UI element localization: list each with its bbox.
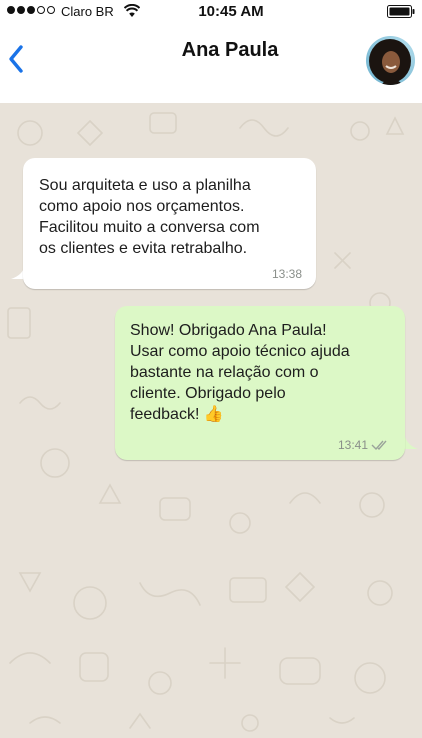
message-time: 13:38: [271, 267, 302, 281]
status-bar: Claro BR 10:45 AM: [0, 0, 422, 24]
incoming-message-bubble[interactable]: Sou arquiteta e uso a planilha como apoi…: [23, 158, 316, 289]
message-text: Sou arquiteta e uso a planilha como apoi…: [39, 177, 260, 257]
battery-icon: [387, 5, 415, 18]
avatar[interactable]: [366, 36, 415, 85]
status-time: 10:45 AM: [198, 3, 264, 20]
message-meta: 13:38: [272, 267, 302, 281]
contact-name[interactable]: Ana Paula: [0, 39, 422, 62]
outgoing-message-bubble[interactable]: Show! Obrigado Ana Paula! Usar como apoi…: [115, 306, 405, 460]
double-check-icon: [371, 440, 387, 451]
chat-header: Ana Paula: [0, 24, 422, 103]
chat-area[interactable]: Sou arquiteta e uso a planilha como apoi…: [0, 103, 422, 738]
message-meta: 13:41: [338, 438, 391, 452]
message-time: 13:41: [337, 438, 368, 452]
message-text: Show! Obrigado Ana Paula! Usar como apoi…: [130, 322, 350, 423]
contact-photo: [366, 36, 415, 85]
